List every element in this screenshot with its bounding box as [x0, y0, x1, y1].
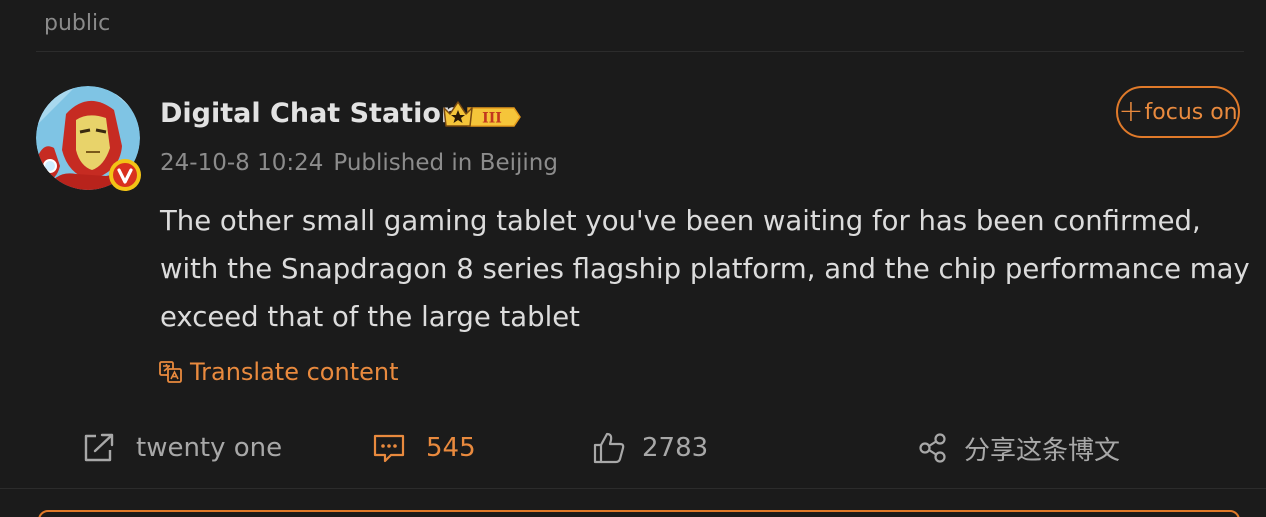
- repost-count: twenty one: [136, 433, 283, 463]
- section-label: public: [44, 11, 111, 36]
- post-card: public Digital Chat Station III 24-10-8 …: [0, 0, 1266, 517]
- repost-button[interactable]: twenty one: [82, 428, 282, 468]
- thumbs-up-icon: [593, 432, 625, 464]
- post-text: The other small gaming tablet you've bee…: [160, 205, 1250, 333]
- avatar[interactable]: [36, 86, 141, 191]
- share-icon: [919, 433, 946, 463]
- crown-level-badge-icon: III: [443, 101, 521, 127]
- comment-button[interactable]: 545: [372, 428, 476, 468]
- plus-icon: +: [1118, 94, 1144, 129]
- verified-badge-icon: [109, 159, 141, 191]
- follow-label: focus on: [1144, 99, 1238, 125]
- post-meta: 24-10-8 10:24 Published in Beijing: [160, 150, 558, 176]
- bottom-divider: [0, 488, 1266, 489]
- top-divider: [36, 51, 1244, 52]
- translate-label: Translate content: [190, 358, 399, 386]
- like-count: 2783: [642, 433, 709, 463]
- repost-icon: [84, 433, 114, 462]
- like-button[interactable]: 2783: [592, 428, 708, 468]
- comment-icon: [373, 434, 405, 463]
- post-date[interactable]: 24-10-8 10:24: [160, 150, 323, 176]
- follow-button[interactable]: + focus on: [1116, 86, 1240, 138]
- author-name[interactable]: Digital Chat Station: [160, 98, 460, 129]
- comment-count: 545: [426, 433, 476, 463]
- translate-icon: [159, 361, 182, 383]
- post-location: Published in Beijing: [333, 150, 558, 176]
- translate-button[interactable]: Translate content: [158, 358, 399, 386]
- next-card-edge: [38, 510, 1240, 517]
- level-badge-text: III: [482, 111, 502, 127]
- share-button[interactable]: 分享这条博文: [918, 428, 1120, 468]
- share-label: 分享这条博文: [964, 435, 1121, 466]
